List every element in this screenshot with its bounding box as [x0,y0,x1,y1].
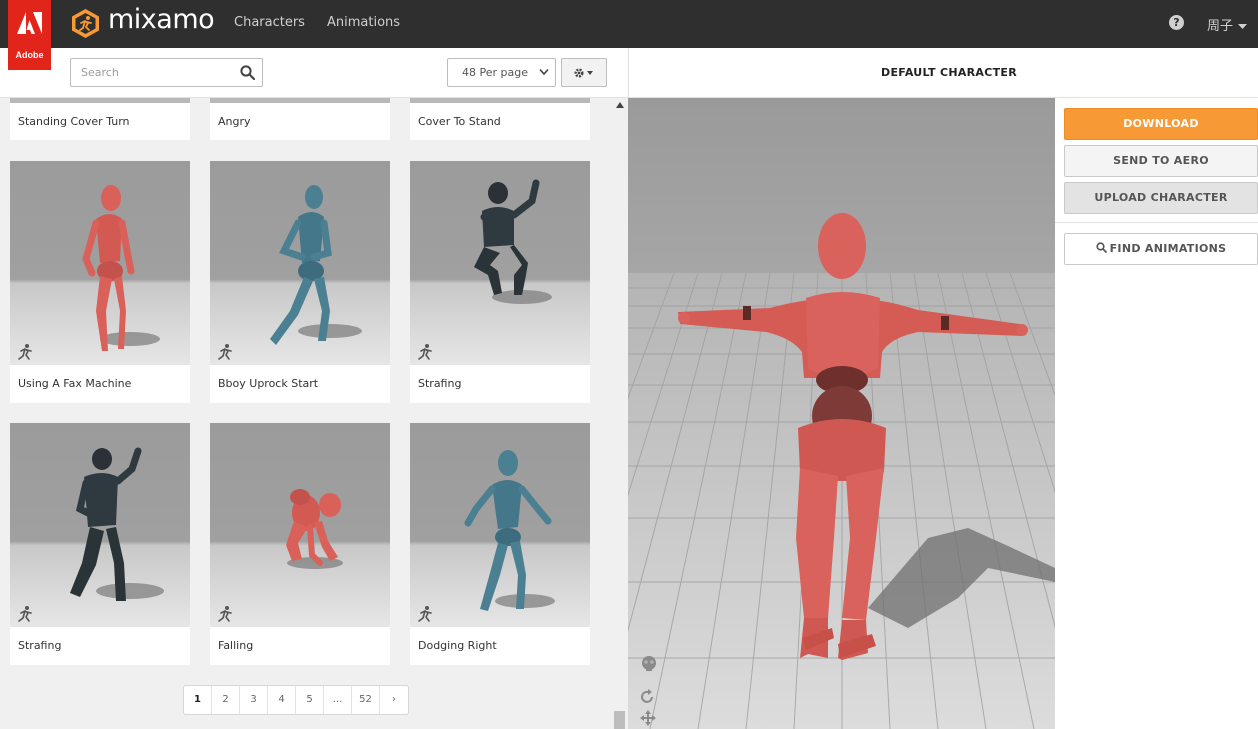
page-3-button[interactable]: 3 [240,686,268,714]
character-viewport[interactable] [628,98,1055,729]
skeleton-toggle-icon[interactable] [640,655,658,673]
adobe-logo[interactable]: Adobe [8,0,51,70]
blue-mannequin-figure [270,185,362,345]
nav-characters[interactable]: Characters [234,15,305,30]
card-thumbnail [10,98,190,103]
mixamo-logo-icon[interactable] [70,8,101,39]
search-icon [1096,242,1107,253]
user-name: 周子 [1207,19,1234,34]
animation-card[interactable]: Strafing [10,423,190,665]
search-input[interactable] [71,59,231,86]
card-thumbnail [210,423,390,627]
card-thumbnail [210,161,390,365]
card-thumbnail [410,98,590,103]
page-2-button[interactable]: 2 [212,686,240,714]
running-figure-icon [218,606,232,622]
search-box[interactable] [70,58,263,87]
card-thumbnail [410,161,590,365]
next-page-button[interactable]: › [380,686,408,714]
animation-card[interactable]: Angry [210,98,390,140]
running-figure-icon [418,344,432,360]
card-label: Strafing [418,377,462,390]
page-4-button[interactable]: 4 [268,686,296,714]
scroll-thumb[interactable] [614,711,625,729]
animation-card[interactable]: Bboy Uprock Start [210,161,390,403]
card-label: Strafing [18,639,62,652]
viewer-header: DEFAULT CHARACTER [628,48,1258,98]
card-label: Using A Fax Machine [18,377,132,390]
download-button[interactable]: DOWNLOAD [1064,108,1258,140]
adobe-icon [17,12,42,34]
settings-button[interactable] [561,58,607,87]
search-icon[interactable] [240,65,255,80]
per-page-select[interactable]: 48 Per page [447,58,556,87]
running-figure-icon [418,606,432,622]
animation-card[interactable]: Cover To Stand [410,98,590,140]
card-thumbnail [410,423,590,627]
find-animations-label: FIND ANIMATIONS [1109,242,1227,255]
app-name[interactable]: mixamo [108,4,215,35]
card-label: Standing Cover Turn [18,115,130,128]
red-mannequin-figure [286,489,343,569]
adobe-label: Adobe [15,50,44,60]
reset-view-icon[interactable] [640,689,656,705]
card-label: Cover To Stand [418,115,501,128]
animation-card[interactable]: Standing Cover Turn [10,98,190,140]
red-mannequin-figure [82,185,160,351]
running-figure-icon [18,344,32,360]
animation-card[interactable]: Dodging Right [410,423,590,665]
animation-card[interactable]: Using A Fax Machine [10,161,190,403]
pagination: 1 2 3 4 5 ... 52 › [183,685,409,715]
gear-icon [574,68,593,78]
page-52-button[interactable]: 52 [352,686,380,714]
pan-move-icon[interactable] [640,710,656,726]
caret-down-icon [1238,23,1248,29]
card-label: Angry [218,115,251,128]
page-5-button[interactable]: 5 [296,686,324,714]
card-thumbnail [10,423,190,627]
grid-scrollbar[interactable] [612,98,628,729]
blue-mannequin-figure [464,450,555,611]
soldier-figure [474,179,552,304]
user-menu[interactable]: 周子 [1207,15,1248,34]
animation-card[interactable]: Falling [210,423,390,665]
viewer-title: DEFAULT CHARACTER [881,66,1017,79]
divider [1055,222,1258,223]
per-page-value: 48 Per page [462,66,528,79]
animation-grid: Standing Cover Turn Angry Cover To Stand [0,98,612,729]
card-label: Falling [218,639,254,652]
soldier-figure [70,447,164,601]
chevron-down-icon [539,68,549,76]
running-figure-icon [18,606,32,622]
animation-card[interactable]: Strafing [410,161,590,403]
page-1-button[interactable]: 1 [184,686,212,714]
find-animations-button[interactable]: FIND ANIMATIONS [1064,233,1258,265]
card-label: Dodging Right [418,639,497,652]
character-preview-scene [628,98,1055,729]
top-nav: Adobe mixamo Characters Animations ? 周子 [0,0,1258,70]
card-thumbnail [210,98,390,103]
library-toolbar: 48 Per page [0,48,628,98]
card-thumbnail [10,161,190,365]
running-figure-icon [218,344,232,360]
help-icon[interactable]: ? [1169,15,1184,30]
scroll-up-arrow-icon[interactable] [616,102,624,108]
upload-character-button[interactable]: UPLOAD CHARACTER [1064,182,1258,214]
nav-animations[interactable]: Animations [327,15,400,30]
send-to-aero-button[interactable]: SEND TO AERO [1064,145,1258,177]
page-ellipsis: ... [324,686,352,714]
card-label: Bboy Uprock Start [218,377,319,390]
action-panel: DOWNLOAD SEND TO AERO UPLOAD CHARACTER F… [1055,98,1258,729]
